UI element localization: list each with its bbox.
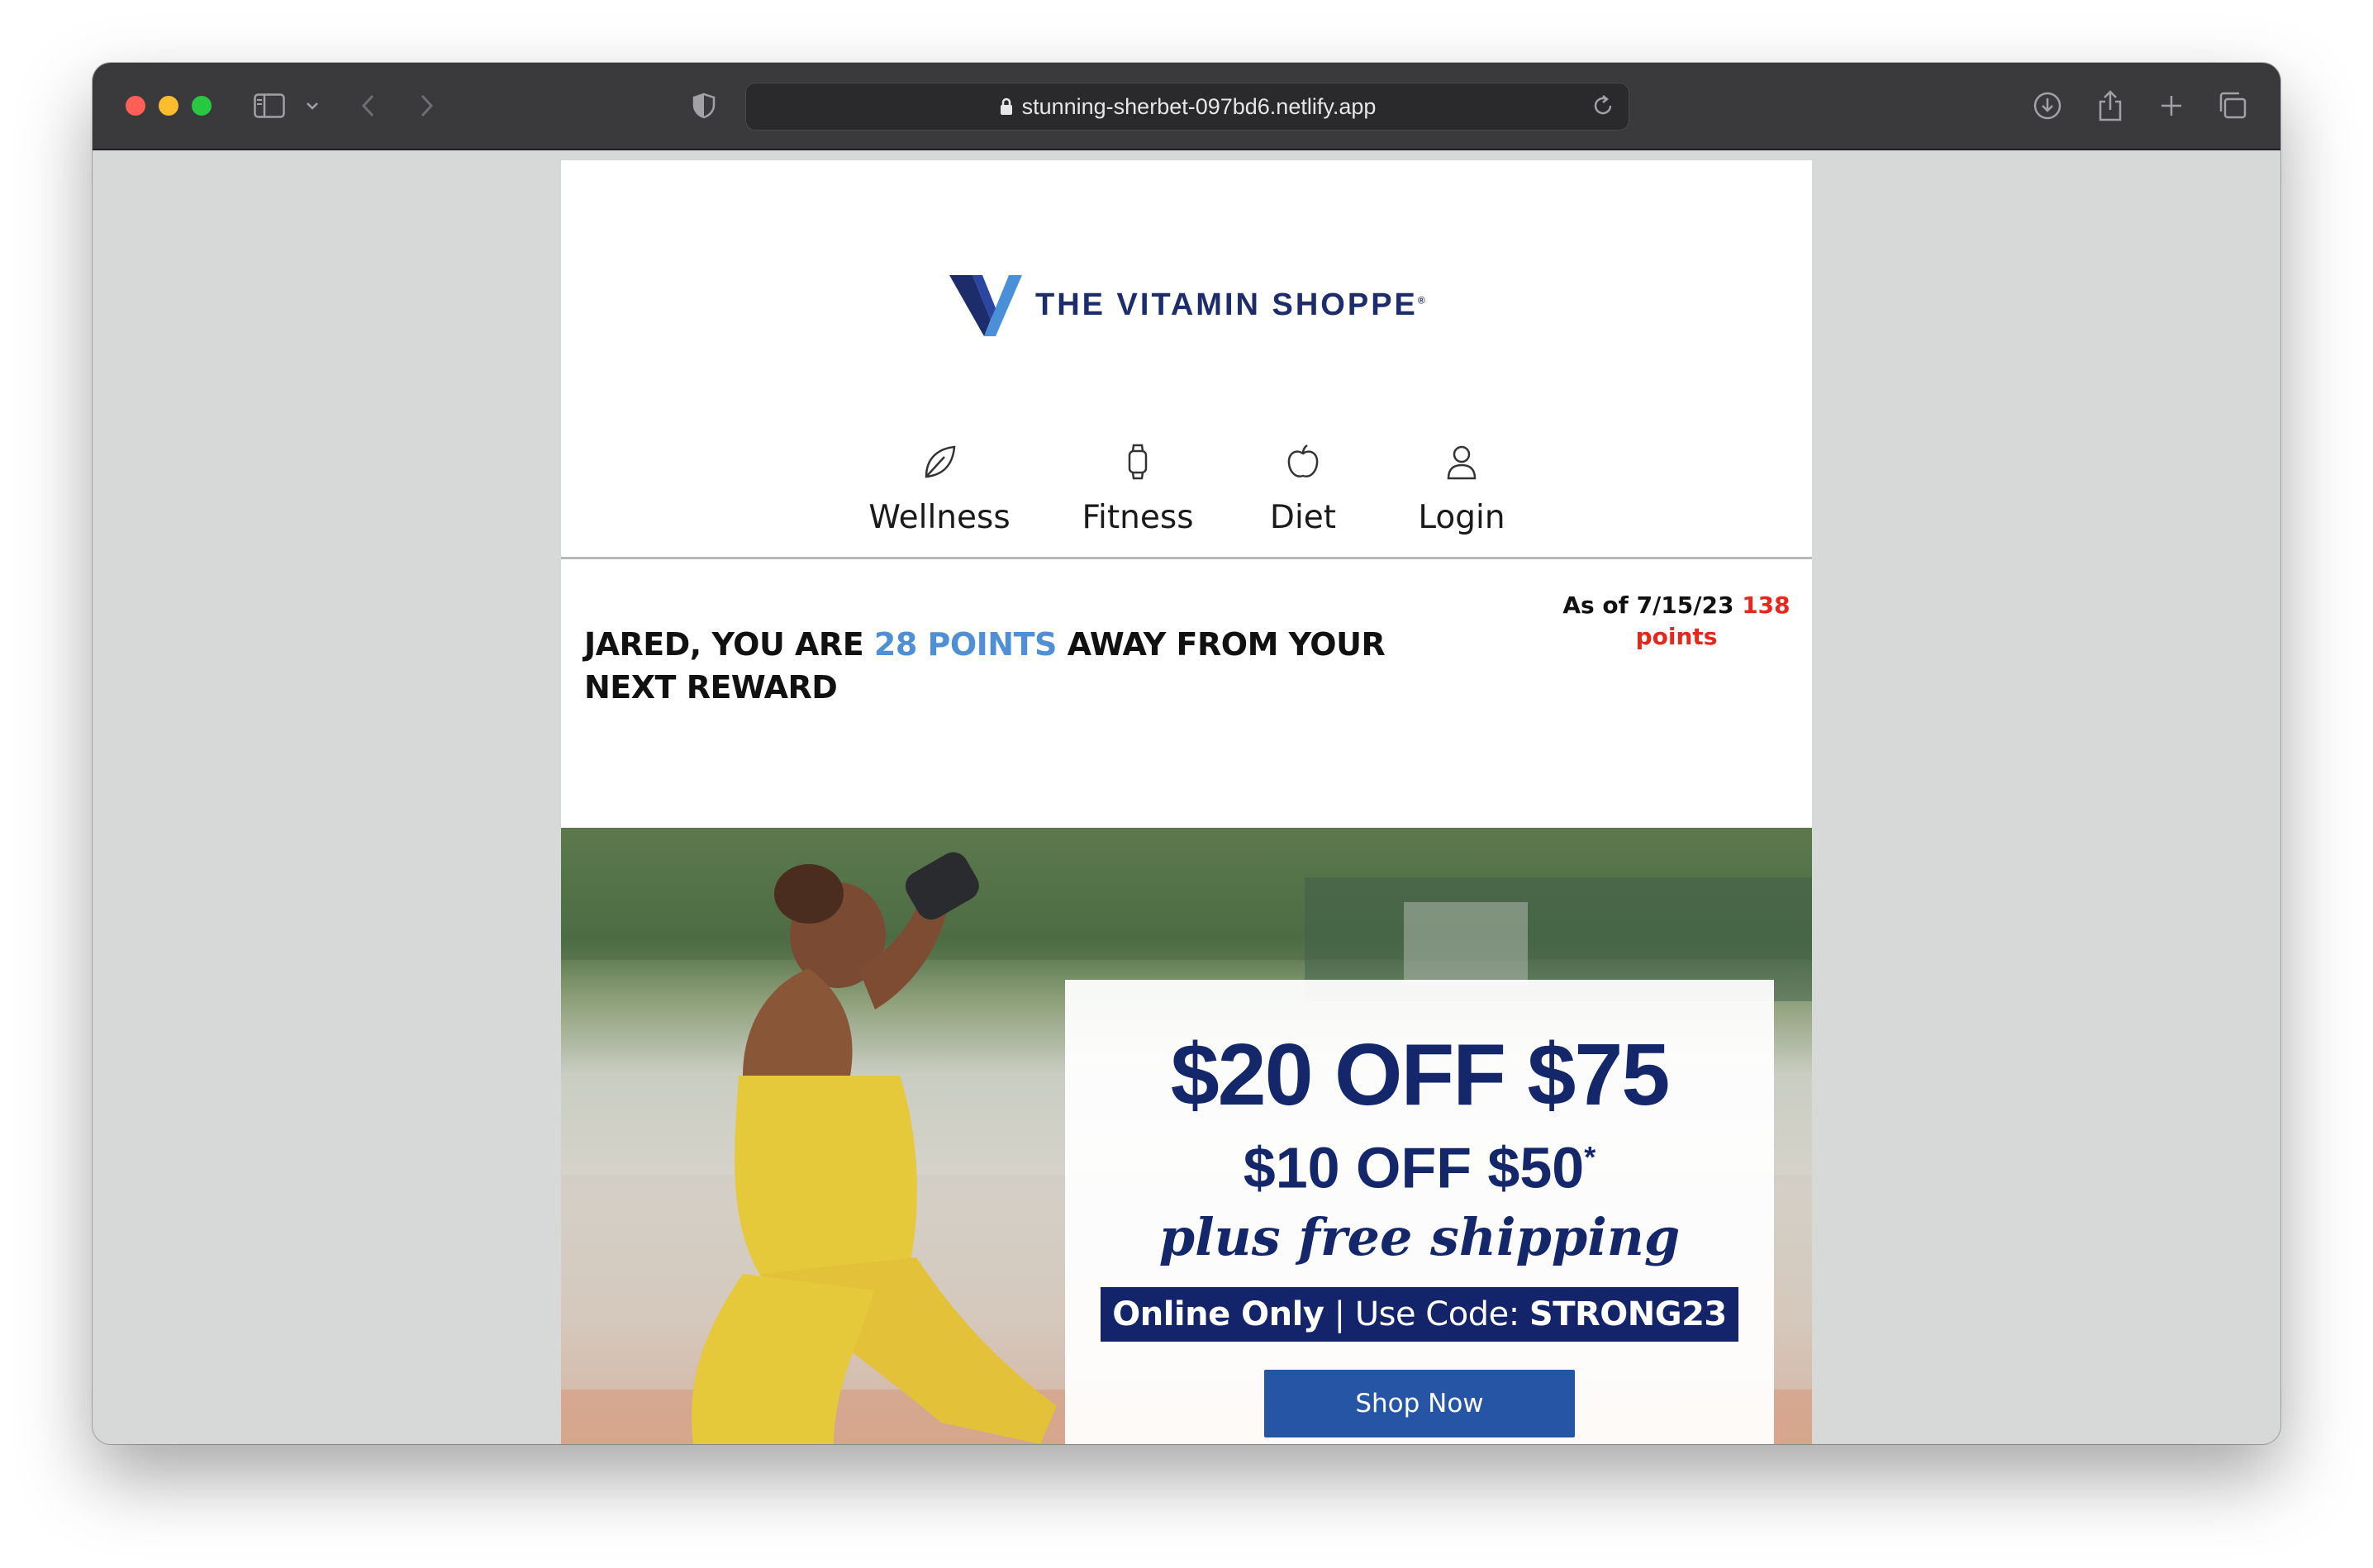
apple-icon bbox=[1286, 441, 1320, 482]
share-icon[interactable] bbox=[2092, 88, 2128, 124]
sidebar-toggle-icon[interactable] bbox=[251, 88, 288, 124]
privacy-shield-icon[interactable] bbox=[689, 88, 719, 124]
promo-subheadline: $10 OFF $50* bbox=[1243, 1135, 1596, 1200]
points-balance: As of 7/15/23 138 points bbox=[1562, 592, 1790, 650]
nav-divider bbox=[561, 557, 1812, 559]
url-text: stunning-sherbet-097bd6.netlify.app bbox=[1021, 93, 1377, 119]
nav-label: Wellness bbox=[868, 499, 1011, 536]
reload-icon[interactable] bbox=[1591, 93, 1615, 118]
tab-overview-icon[interactable] bbox=[2214, 88, 2251, 124]
promo-code-banner: Online Only | Use Code: STRONG23 bbox=[1101, 1287, 1738, 1342]
lock-icon bbox=[999, 97, 1014, 116]
v-logo-icon bbox=[949, 275, 1022, 336]
browser-window: stunning-sherbet-097bd6.netlify.app THE … bbox=[93, 63, 2280, 1444]
nav-label: Diet bbox=[1269, 499, 1337, 536]
points-away-highlight: 28 POINTS bbox=[873, 626, 1058, 663]
main-nav: Wellness Fitness Diet Login bbox=[561, 441, 1812, 558]
address-bar[interactable]: stunning-sherbet-097bd6.netlify.app bbox=[745, 83, 1629, 131]
chevron-down-icon[interactable] bbox=[302, 88, 322, 124]
browser-toolbar: stunning-sherbet-097bd6.netlify.app bbox=[93, 63, 2280, 150]
forward-arrow-icon[interactable] bbox=[415, 88, 440, 124]
nav-label: Fitness bbox=[1082, 499, 1194, 536]
rewards-headline: JARED, YOU ARE 28 POINTS AWAY FROM YOUR … bbox=[584, 626, 1386, 706]
new-tab-plus-icon[interactable] bbox=[2153, 88, 2190, 124]
promo-offer-card: $20 OFF $75 $10 OFF $50* plus free shipp… bbox=[1065, 980, 1774, 1444]
download-icon[interactable] bbox=[2029, 88, 2066, 124]
promo-headline: $20 OFF $75 bbox=[1170, 1026, 1671, 1124]
user-icon bbox=[1446, 441, 1477, 482]
close-window-button[interactable] bbox=[126, 96, 145, 116]
nav-item-login[interactable]: Login bbox=[1412, 441, 1511, 536]
nav-item-fitness[interactable]: Fitness bbox=[1072, 441, 1204, 536]
nav-label: Login bbox=[1418, 499, 1505, 536]
free-shipping-script: plus free shipping bbox=[1158, 1207, 1681, 1268]
nav-item-diet[interactable]: Diet bbox=[1253, 441, 1353, 536]
back-arrow-icon[interactable] bbox=[355, 88, 380, 124]
shop-now-button[interactable]: Shop Now bbox=[1264, 1370, 1575, 1438]
smartwatch-icon bbox=[1125, 441, 1151, 482]
zoom-window-button[interactable] bbox=[192, 96, 212, 116]
email-page: THE VITAMIN SHOPPE® Wellness Fitness Die… bbox=[561, 160, 1812, 1444]
minimize-window-button[interactable] bbox=[159, 96, 178, 116]
brand-logo[interactable]: THE VITAMIN SHOPPE® bbox=[948, 268, 1443, 342]
brand-name: THE VITAMIN SHOPPE® bbox=[1035, 287, 1425, 322]
leaf-icon bbox=[921, 441, 958, 482]
hero-banner: $20 OFF $75 $10 OFF $50* plus free shipp… bbox=[561, 828, 1812, 1444]
nav-item-wellness[interactable]: Wellness bbox=[868, 441, 1011, 536]
